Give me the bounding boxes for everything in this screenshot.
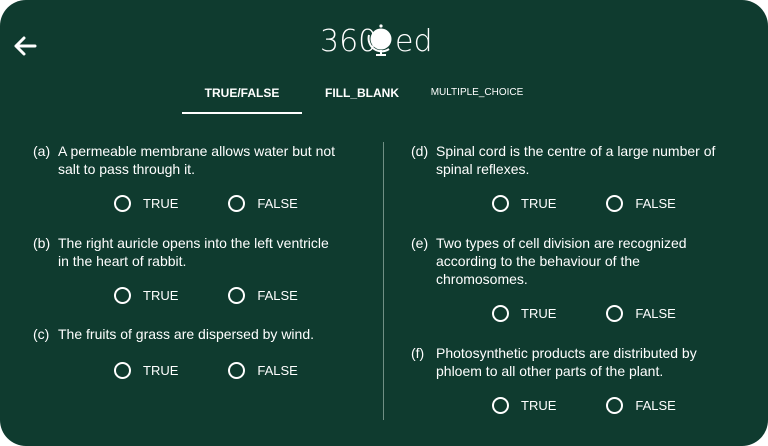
question-letter: (b) bbox=[33, 235, 51, 251]
question-e: (e) Two types of cell division are recog… bbox=[411, 234, 756, 292]
false-option[interactable]: FALSE bbox=[228, 195, 298, 212]
question-text-line1: Photosynthetic products are distributed … bbox=[436, 345, 697, 361]
radio-icon bbox=[606, 305, 624, 322]
question-letter: (a) bbox=[33, 143, 51, 159]
question-a: (a) A permeable membrane allows water bu… bbox=[33, 142, 373, 182]
question-text-line2: spinal reflexes. bbox=[436, 161, 530, 177]
column-divider bbox=[383, 142, 384, 420]
false-option[interactable]: FALSE bbox=[228, 287, 298, 304]
question-letter: (d) bbox=[411, 143, 429, 159]
true-option[interactable]: TRUE bbox=[114, 362, 178, 379]
question-b: (b) The right auricle opens into the lef… bbox=[33, 234, 373, 274]
back-button[interactable] bbox=[12, 34, 38, 58]
question-text-line2: according to the behaviour of the bbox=[436, 253, 640, 269]
question-text-line3: chromosomes. bbox=[436, 271, 528, 287]
false-option[interactable]: FALSE bbox=[228, 362, 298, 379]
radio-icon bbox=[606, 195, 624, 212]
options-c: TRUE FALSE bbox=[114, 362, 348, 379]
question-letter: (f) bbox=[411, 345, 425, 361]
true-option[interactable]: TRUE bbox=[114, 287, 178, 304]
options-b: TRUE FALSE bbox=[114, 287, 348, 304]
question-d: (d) Spinal cord is the centre of a large… bbox=[411, 142, 756, 182]
question-text-line2: salt to pass through it. bbox=[58, 161, 195, 177]
question-text-line1: A permeable membrane allows water but no… bbox=[58, 143, 336, 159]
options-d: TRUE FALSE bbox=[492, 195, 726, 212]
tab-bar: TRUE/FALSE FILL_BLANK MULTIPLE_CHOICE bbox=[182, 80, 532, 116]
true-option[interactable]: TRUE bbox=[492, 305, 556, 322]
false-option[interactable]: FALSE bbox=[606, 195, 676, 212]
radio-icon bbox=[228, 362, 246, 379]
question-text-line1: Two types of cell division are recognize… bbox=[436, 235, 687, 251]
question-letter: (c) bbox=[33, 326, 50, 342]
radio-icon bbox=[228, 195, 246, 212]
radio-icon bbox=[114, 287, 131, 304]
tab-true-false[interactable]: TRUE/FALSE bbox=[182, 80, 302, 114]
question-text-line2: in the heart of rabbit. bbox=[58, 253, 187, 269]
radio-icon bbox=[492, 305, 509, 322]
true-option[interactable]: TRUE bbox=[492, 195, 556, 212]
question-text-line1: Spinal cord is the centre of a large num… bbox=[436, 143, 716, 159]
radio-icon bbox=[114, 195, 131, 212]
question-text-line2: phloem to all other parts of the plant. bbox=[436, 363, 664, 379]
options-f: TRUE FALSE bbox=[492, 397, 726, 414]
false-option[interactable]: FALSE bbox=[606, 305, 676, 322]
question-text-line1: The right auricle opens into the left ve… bbox=[58, 235, 329, 251]
logo: 360 ed bbox=[320, 18, 450, 60]
false-option[interactable]: FALSE bbox=[606, 397, 676, 414]
tab-multiple-choice[interactable]: MULTIPLE_CHOICE bbox=[422, 80, 532, 114]
options-e: TRUE FALSE bbox=[492, 305, 726, 322]
radio-icon bbox=[606, 397, 624, 414]
quiz-screen: 360 ed TRUE/FALSE FILL_BLANK MULTIPLE_CH… bbox=[0, 0, 768, 446]
logo-text-right: ed bbox=[395, 24, 433, 59]
arrow-left-icon bbox=[14, 36, 37, 56]
question-letter: (e) bbox=[411, 235, 429, 251]
question-f: (f) Photosynthetic products are distribu… bbox=[411, 344, 756, 384]
true-option[interactable]: TRUE bbox=[492, 397, 556, 414]
options-a: TRUE FALSE bbox=[114, 195, 348, 212]
question-text-line1: The fruits of grass are dispersed by win… bbox=[58, 326, 315, 342]
radio-icon bbox=[228, 287, 246, 304]
radio-icon bbox=[492, 195, 509, 212]
tab-fill-blank[interactable]: FILL_BLANK bbox=[302, 80, 422, 114]
radio-icon bbox=[492, 397, 509, 414]
question-c: (c) The fruits of grass are dispersed by… bbox=[33, 325, 373, 345]
true-option[interactable]: TRUE bbox=[114, 195, 178, 212]
radio-icon bbox=[114, 362, 131, 379]
